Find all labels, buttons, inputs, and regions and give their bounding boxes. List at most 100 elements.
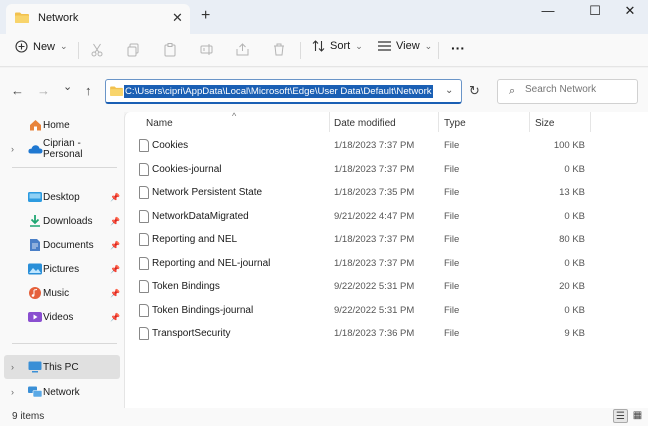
paste-icon[interactable] (164, 43, 176, 57)
table-row[interactable]: Network Persistent State 1/18/2023 7:35 … (125, 182, 648, 205)
sidebar-divider (12, 167, 117, 168)
file-type: File (444, 187, 460, 198)
back-arrow-icon[interactable]: ← (11, 83, 24, 98)
expand-chevron-icon[interactable]: › (11, 144, 14, 154)
sort-button[interactable]: Sort ⌄ (312, 40, 363, 52)
home-icon (30, 120, 41, 131)
tab-network[interactable]: Network ✕ (6, 4, 190, 34)
table-row[interactable]: Reporting and NEL-journal 1/18/2023 7:37… (125, 253, 648, 276)
copy-icon[interactable] (127, 43, 139, 57)
share-icon[interactable] (236, 43, 249, 56)
sidebar-item-this-pc[interactable]: › This PC (4, 355, 120, 379)
file-name: Token Bindings-journal (152, 305, 254, 316)
column-header-date-modified[interactable]: Date modified (334, 118, 396, 129)
file-size: 0 KB (564, 164, 585, 175)
file-icon (139, 186, 149, 199)
file-date: 1/18/2023 7:36 PM (334, 328, 415, 339)
chevron-down-icon: ⌄ (424, 40, 433, 51)
up-arrow-icon[interactable]: ↑ (85, 83, 92, 98)
file-date: 1/18/2023 7:37 PM (334, 234, 415, 245)
sidebar-item-label: This PC (43, 361, 79, 373)
minimize-button[interactable]: — (533, 3, 563, 18)
rename-icon[interactable] (200, 43, 213, 56)
sidebar-item-label: Downloads (43, 215, 93, 227)
refresh-icon[interactable]: ↻ (469, 83, 480, 99)
sidebar-item-pictures[interactable]: Pictures 📌 (4, 257, 120, 281)
file-name: Network Persistent State (152, 187, 263, 198)
table-row[interactable]: NetworkDataMigrated 9/21/2022 4:47 PM Fi… (125, 206, 648, 229)
sidebar-item-videos[interactable]: Videos 📌 (4, 305, 120, 329)
more-options-button[interactable]: ··· (451, 40, 465, 56)
file-date: 9/22/2022 5:31 PM (334, 281, 415, 292)
expand-chevron-icon[interactable]: › (11, 387, 14, 397)
sidebar-item-label: Pictures (43, 263, 80, 275)
pin-icon: 📌 (110, 288, 120, 298)
new-button[interactable]: New ⌄ (15, 40, 68, 53)
maximize-button[interactable]: ☐ (580, 3, 610, 19)
sidebar-item-downloads[interactable]: Downloads 📌 (4, 209, 120, 233)
file-type: File (444, 140, 460, 151)
item-count: 9 items (12, 411, 45, 422)
column-divider[interactable] (438, 112, 439, 132)
sidebar-item-home[interactable]: Home (4, 113, 120, 137)
delete-icon[interactable] (273, 43, 285, 56)
table-row[interactable]: TransportSecurity 1/18/2023 7:36 PM File… (125, 323, 648, 346)
view-button[interactable]: View ⌄ (378, 40, 432, 52)
title-bar: Network ✕ + — ☐ ✕ (0, 0, 648, 34)
column-divider[interactable] (590, 112, 591, 132)
chevron-down-icon[interactable]: ⌄ (445, 85, 453, 96)
sidebar-item-label: Home (43, 119, 70, 131)
column-divider[interactable] (529, 112, 530, 132)
address-bar[interactable]: C:\Users\cipri\AppData\Local\Microsoft\E… (105, 79, 462, 104)
column-header-type[interactable]: Type (444, 118, 466, 129)
sidebar-item-music[interactable]: Music 📌 (4, 281, 120, 305)
onedrive-icon (28, 145, 43, 154)
table-row[interactable]: Reporting and NEL 1/18/2023 7:37 PM File… (125, 229, 648, 252)
address-path[interactable]: C:\Users\cipri\AppData\Local\Microsoft\E… (124, 85, 433, 98)
sidebar-item-network[interactable]: › Network (4, 380, 120, 404)
search-input[interactable] (525, 84, 633, 95)
file-size: 0 KB (564, 211, 585, 222)
table-row[interactable]: Token Bindings 9/22/2022 5:31 PM File 20… (125, 276, 648, 299)
file-name: Cookies (152, 140, 189, 151)
file-date: 1/18/2023 7:37 PM (334, 164, 415, 175)
file-size: 80 KB (559, 234, 585, 245)
table-row[interactable]: Token Bindings-journal 9/22/2022 5:31 PM… (125, 300, 648, 323)
column-divider[interactable] (329, 112, 330, 132)
file-type: File (444, 305, 460, 316)
file-size: 20 KB (559, 281, 585, 292)
file-icon (139, 163, 149, 176)
file-date: 9/22/2022 5:31 PM (334, 305, 415, 316)
sidebar-item-documents[interactable]: Documents 📌 (4, 233, 120, 257)
tiles-view-icon[interactable]: ▦ (630, 409, 645, 423)
table-row[interactable]: Cookies 1/18/2023 7:37 PM File 100 KB (125, 135, 648, 158)
file-name: Token Bindings (152, 281, 220, 292)
file-name: Reporting and NEL (152, 234, 238, 245)
file-type: File (444, 281, 460, 292)
sidebar-item-desktop[interactable]: Desktop 📌 (4, 185, 120, 209)
downloads-icon (30, 215, 40, 227)
network-icon (28, 386, 42, 398)
new-tab-button[interactable]: + (201, 7, 210, 25)
table-row[interactable]: Cookies-journal 1/18/2023 7:37 PM File 0… (125, 159, 648, 182)
file-icon (139, 210, 149, 223)
close-tab-icon[interactable]: ✕ (172, 10, 183, 26)
tab-title: Network (38, 12, 79, 24)
expand-chevron-icon[interactable]: › (11, 362, 14, 372)
column-header-name[interactable]: Name (146, 118, 173, 129)
sidebar-item-label: Network (43, 386, 80, 398)
file-date: 1/18/2023 7:37 PM (334, 258, 415, 269)
cut-icon[interactable] (91, 43, 103, 57)
file-icon (139, 233, 149, 246)
pictures-icon (28, 263, 42, 275)
close-window-button[interactable]: ✕ (615, 3, 645, 19)
search-box[interactable]: ⌕ (497, 79, 638, 104)
toolbar-divider (438, 42, 439, 59)
file-name: TransportSecurity (152, 328, 231, 339)
new-label: New (33, 40, 56, 53)
recent-locations-icon[interactable]: ⌄ (63, 80, 72, 93)
details-view-icon[interactable]: ☰ (613, 409, 628, 423)
sidebar-item-onedrive[interactable]: › Ciprian - Personal (4, 137, 120, 161)
column-header-size[interactable]: Size (535, 118, 554, 129)
forward-arrow-icon[interactable]: → (37, 83, 50, 98)
